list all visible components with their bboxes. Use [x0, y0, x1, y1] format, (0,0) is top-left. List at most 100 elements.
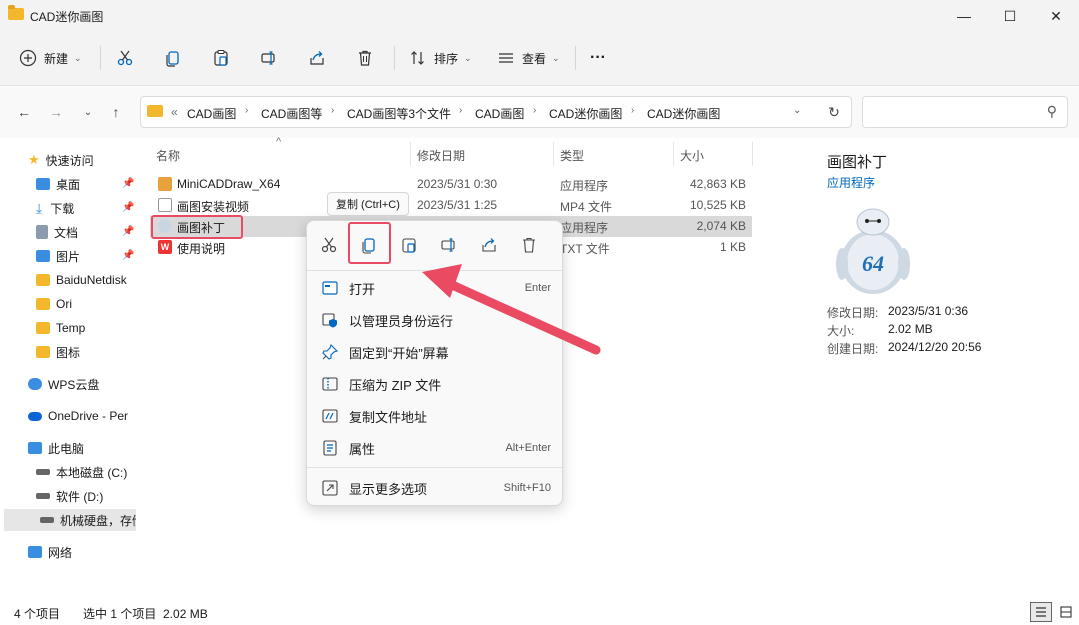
ctx-compress-zip[interactable]: 压缩为 ZIP 文件 — [311, 369, 559, 399]
pc-icon — [28, 442, 42, 454]
breadcrumb-item[interactable]: CAD画图 — [187, 105, 236, 122]
scissors-icon — [321, 237, 337, 253]
sort-button[interactable]: 排序 ⌄ — [408, 44, 472, 72]
refresh-button[interactable]: ↻ — [822, 100, 846, 124]
delete-button[interactable] — [355, 44, 375, 72]
sidebar-item-drive-d[interactable]: 软件 (D:) — [0, 485, 138, 507]
drive-icon — [40, 517, 54, 523]
sidebar-item-icons[interactable]: 图标 — [0, 341, 138, 363]
column-header-type[interactable]: 类型 — [560, 147, 584, 164]
sidebar-item-quick-access[interactable]: ★ 快速访问 — [0, 149, 138, 171]
ctx-paste-button[interactable] — [397, 233, 421, 257]
details-file-name: 画图补丁 — [827, 154, 888, 171]
details-modified-value: 2023/5/31 0:36 — [888, 304, 969, 318]
breadcrumb-item[interactable]: CAD画图 — [475, 105, 524, 122]
search-input[interactable]: ⚲ — [862, 96, 1068, 128]
details-view-button[interactable] — [1030, 602, 1052, 622]
copy-icon — [163, 48, 183, 68]
folder-icon — [8, 5, 24, 20]
sidebar-item-this-pc[interactable]: 此电脑 — [0, 437, 138, 459]
status-bar: 4 个项目 选中 1 个项目 2.02 MB — [0, 600, 1079, 625]
column-header-size[interactable]: 大小 — [680, 147, 704, 164]
badge-text: 64 — [862, 251, 884, 276]
video-file-icon — [158, 198, 172, 212]
new-button[interactable]: 新建 ⌄ — [18, 44, 82, 72]
ctx-properties[interactable]: 属性 Alt+Enter — [311, 433, 559, 463]
column-header-name[interactable]: 名称 — [156, 147, 180, 164]
sidebar-item-downloads[interactable]: ⤓ 下载 — [0, 197, 138, 219]
sidebar-item-ori[interactable]: Ori — [0, 293, 138, 315]
sidebar-item-documents[interactable]: 文档 — [0, 221, 138, 243]
sidebar-item-network[interactable]: 网络 — [0, 541, 138, 563]
address-dropdown-button[interactable]: ⌄ — [793, 105, 801, 116]
recent-locations-button[interactable]: ⌄ — [76, 100, 100, 124]
address-bar[interactable]: « CAD画图 › CAD画图等 › CAD画图等3个文件 › CAD画图 › … — [140, 96, 852, 128]
details-pane: 画图补丁 应用程序 64 修改日期: 2023/5/31 0:36 大小: 2.… — [798, 138, 1079, 600]
sidebar-item-onedrive[interactable]: OneDrive - Per — [0, 405, 138, 427]
cut-button[interactable] — [115, 44, 135, 72]
breadcrumb-separator: › — [459, 105, 463, 116]
ctx-copy-path[interactable]: 复制文件地址 — [311, 401, 559, 431]
share-button[interactable] — [307, 44, 327, 72]
pin-icon[interactable]: 📌 — [122, 178, 134, 189]
rename-button[interactable] — [259, 44, 279, 72]
ctx-delete-button[interactable] — [517, 233, 541, 257]
up-button[interactable]: ↑ — [104, 100, 128, 124]
view-button[interactable]: 查看 ⌄ — [496, 44, 560, 72]
view-list-icon — [496, 48, 516, 68]
forward-button[interactable]: → — [44, 100, 68, 124]
breadcrumb-item[interactable]: CAD画图等3个文件 — [347, 105, 451, 122]
new-label: 新建 — [44, 51, 69, 66]
scissors-icon — [115, 48, 135, 68]
details-file-type: 应用程序 — [827, 176, 876, 190]
breadcrumb-separator: › — [245, 105, 249, 116]
file-row[interactable]: 画图安装视频 2023/5/31 1:25 MP4 文件 10,525 KB — [150, 195, 752, 216]
more-options-button[interactable]: ··· — [590, 44, 606, 72]
rename-icon — [441, 238, 455, 252]
expand-icon — [321, 479, 339, 497]
sidebar-item-wps-cloud[interactable]: WPS云盘 — [0, 373, 138, 395]
breadcrumb-item[interactable]: CAD画图等 — [261, 105, 322, 122]
sidebar-item-pictures[interactable]: 图片 — [0, 245, 138, 267]
minimize-button[interactable]: — — [941, 0, 987, 32]
wps-doc-icon: W — [158, 240, 172, 254]
selected-file-highlight — [151, 215, 243, 239]
star-icon: ★ — [28, 152, 40, 167]
folder-icon — [36, 274, 50, 286]
sidebar-item-hdd[interactable]: 机械硬盘，存储 — [4, 509, 136, 531]
pin-icon[interactable]: 📌 — [122, 202, 134, 213]
breadcrumb-item[interactable]: CAD迷你画图 — [647, 105, 720, 122]
pin-icon[interactable]: 📌 — [122, 226, 134, 237]
ctx-share-button[interactable] — [477, 233, 501, 257]
file-row[interactable]: MiniCADDraw_X64 2023/5/31 0:30 应用程序 42,8… — [150, 174, 752, 195]
file-name: MiniCADDraw_X64 — [177, 177, 281, 191]
onedrive-icon — [28, 411, 42, 421]
sidebar-item-baidunetdisk[interactable]: BaiduNetdisk — [0, 269, 138, 291]
ctx-show-more-options[interactable]: 显示更多选项 Shift+F10 — [311, 473, 559, 503]
details-size-value: 2.02 MB — [888, 322, 933, 336]
copy-button[interactable] — [163, 44, 183, 72]
ctx-rename-button[interactable] — [437, 233, 461, 257]
status-item-count: 4 个项目 — [14, 607, 61, 621]
sidebar-item-desktop[interactable]: 桌面 — [0, 173, 138, 195]
close-button[interactable]: ✕ — [1033, 0, 1079, 32]
ctx-cut-button[interactable] — [317, 233, 341, 257]
maximize-button[interactable]: ☐ — [987, 0, 1033, 32]
network-icon — [28, 546, 42, 558]
sidebar-item-temp[interactable]: Temp — [0, 317, 138, 339]
file-type: MP4 文件 — [560, 200, 613, 214]
tiles-view-button[interactable] — [1056, 602, 1076, 622]
details-created-value: 2024/12/20 20:56 — [888, 340, 982, 354]
pin-icon[interactable]: 📌 — [122, 250, 134, 261]
cloud-icon — [28, 378, 42, 390]
breadcrumb-item[interactable]: CAD迷你画图 — [549, 105, 622, 122]
folder-icon — [147, 105, 163, 117]
title-bar: CAD迷你画图 — ☐ ✕ — [0, 0, 1079, 32]
app-icon — [158, 177, 172, 191]
breadcrumb-overflow[interactable]: « — [171, 105, 178, 119]
folder-icon — [36, 298, 50, 310]
back-button[interactable]: ← — [12, 100, 36, 124]
sidebar-item-drive-c[interactable]: 本地磁盘 (C:) — [0, 461, 138, 483]
paste-button[interactable] — [211, 44, 231, 72]
column-header-date[interactable]: 修改日期 — [417, 147, 465, 164]
